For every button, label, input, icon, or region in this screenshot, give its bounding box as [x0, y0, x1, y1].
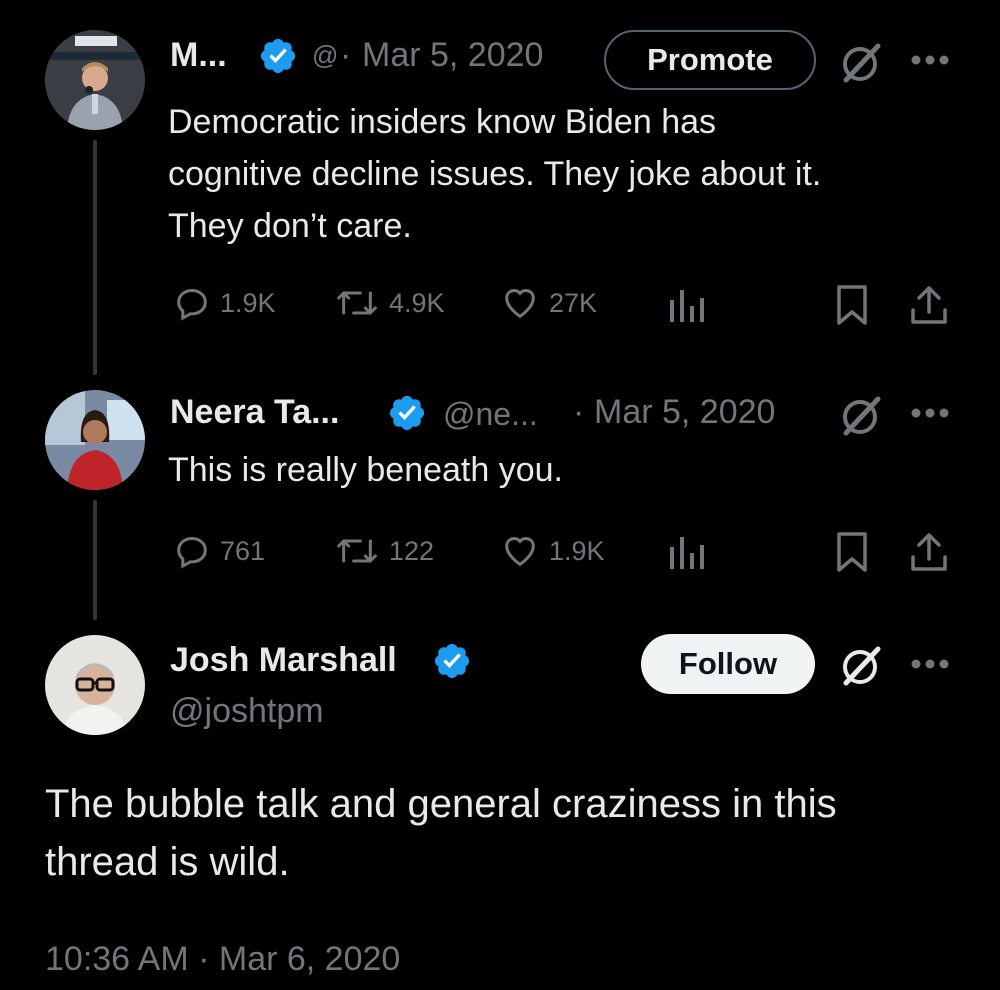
tweet-text-line: cognitive decline issues. They joke abou… [168, 155, 822, 193]
tweet-date[interactable]: Mar 5, 2020 [594, 393, 775, 432]
views-icon[interactable] [666, 533, 708, 573]
author-name[interactable]: M... [170, 36, 227, 75]
reply-icon [177, 288, 207, 321]
separator: · [340, 36, 352, 74]
main-tweet-text: The bubble talk and general craziness in… [45, 775, 837, 891]
author-name[interactable]: Neera Ta... [170, 393, 339, 432]
follow-button[interactable]: Follow [641, 634, 815, 694]
thread-line-2 [93, 500, 97, 620]
repost-count: 4.9K [389, 287, 445, 318]
repost-button[interactable]: 4.9K [333, 283, 445, 323]
repost-button[interactable]: 122 [333, 531, 434, 571]
thread-line-1 [93, 140, 97, 375]
views-icon[interactable] [666, 286, 708, 326]
verified-badge-icon [260, 38, 296, 74]
share-icon[interactable] [908, 531, 950, 573]
verified-badge-icon [389, 395, 425, 431]
tweet-text-line: This is really beneath you. [168, 451, 563, 489]
reply-count: 1.9K [220, 287, 276, 318]
grok-icon[interactable] [838, 40, 884, 86]
reply-button[interactable]: 1.9K [172, 283, 276, 323]
author-handle[interactable]: @ [312, 40, 338, 71]
author-handle[interactable]: @joshtpm [170, 692, 324, 731]
tweet-date[interactable]: Mar 5, 2020 [362, 36, 543, 75]
more-icon[interactable] [910, 658, 950, 670]
separator: · [573, 393, 585, 431]
repost-count: 122 [389, 535, 435, 566]
author-handle[interactable]: @ne... [443, 396, 538, 433]
bookmark-icon[interactable] [834, 284, 870, 326]
avatar-tweet1[interactable] [45, 30, 145, 130]
like-icon [505, 289, 535, 319]
like-icon [505, 537, 535, 567]
tweet-text-line: They don’t care. [168, 207, 412, 245]
tweet-text: Democratic insiders know Biden has cogni… [168, 96, 821, 252]
repost-icon [337, 291, 377, 315]
avatar-tweet2[interactable] [45, 390, 145, 490]
like-button[interactable]: 1.9K [499, 531, 605, 571]
like-count: 27K [549, 287, 598, 318]
reply-button[interactable]: 761 [172, 531, 265, 571]
share-icon[interactable] [908, 284, 950, 326]
tweet-text-line: Democratic insiders know Biden has [168, 103, 717, 141]
grok-icon[interactable] [838, 643, 884, 689]
avatar-main[interactable] [45, 635, 145, 735]
author-name[interactable]: Josh Marshall [170, 641, 397, 680]
tweet-text: This is really beneath you. [168, 444, 563, 496]
bookmark-icon[interactable] [834, 531, 870, 573]
more-icon[interactable] [910, 54, 950, 66]
tweet-text-line: The bubble talk and general craziness in… [45, 782, 837, 826]
reply-icon [177, 536, 207, 569]
grok-icon[interactable] [838, 393, 884, 439]
like-button[interactable]: 27K [499, 283, 597, 323]
tweet-timestamp[interactable]: 10:36 AM · Mar 6, 2020 [45, 940, 400, 979]
verified-badge-icon [434, 643, 470, 679]
repost-icon [337, 539, 377, 563]
more-icon[interactable] [910, 407, 950, 419]
promote-button[interactable]: Promote [604, 30, 816, 90]
reply-count: 761 [220, 535, 266, 566]
like-count: 1.9K [549, 535, 605, 566]
tweet-text-line: thread is wild. [45, 840, 290, 884]
